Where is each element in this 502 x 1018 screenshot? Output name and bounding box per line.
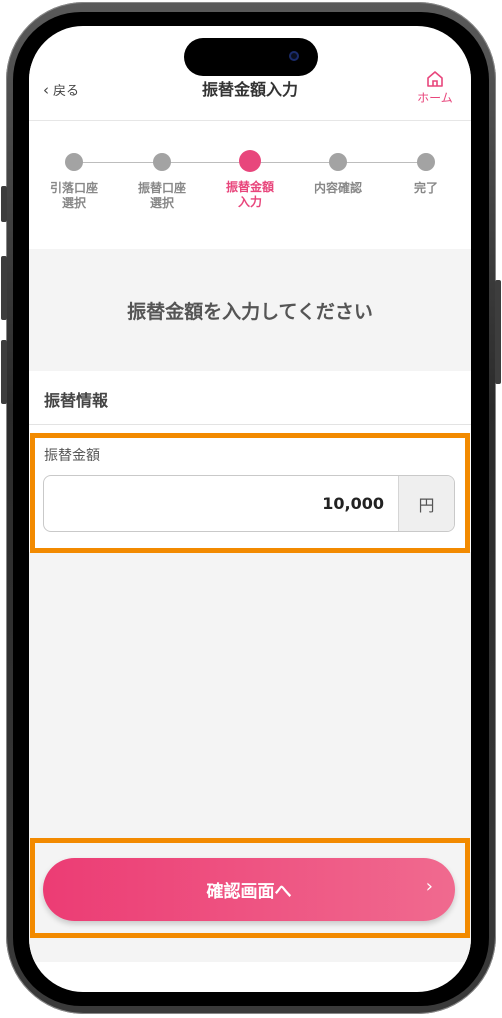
step-dot xyxy=(153,153,171,171)
step-5: 完了 xyxy=(391,153,461,196)
amount-label: 振替金額 xyxy=(44,448,100,464)
confirm-button-label: 確認画面へ xyxy=(206,882,292,902)
step-label: 振替口座 選択 xyxy=(137,181,186,210)
app-screen: ‹ 戻る 振替金額入力 ホーム 引落口座 選択 振替口座 選択 振替金額 入力 xyxy=(29,26,471,992)
progress-stepper: 引落口座 選択 振替口座 選択 振替金額 入力 内容確認 完了 xyxy=(29,121,471,249)
section-title: 振替情報 xyxy=(44,391,109,410)
amount-form: 振替金額 円 xyxy=(29,425,471,552)
dynamic-island xyxy=(184,38,318,76)
amount-field[interactable]: 円 xyxy=(43,475,455,532)
step-label: 引落口座 選択 xyxy=(49,181,98,210)
step-2: 振替口座 選択 xyxy=(127,153,197,211)
instruction-text: 振替金額を入力してください xyxy=(127,301,373,323)
step-label: 完了 xyxy=(413,181,438,195)
step-4: 内容確認 xyxy=(303,153,373,196)
step-dot-current xyxy=(239,150,261,172)
chevron-right-icon: › xyxy=(425,876,433,897)
home-icon xyxy=(427,71,443,87)
step-dot xyxy=(417,153,435,171)
currency-unit: 円 xyxy=(398,476,454,531)
side-button-mute xyxy=(1,186,7,222)
home-label: ホーム xyxy=(417,91,453,105)
step-label: 振替金額 入力 xyxy=(225,180,274,209)
section-header: 振替情報 xyxy=(29,371,471,425)
step-3-current: 振替金額 入力 xyxy=(215,150,285,210)
side-button-volume-down xyxy=(1,340,7,404)
step-1: 引落口座 選択 xyxy=(39,153,109,211)
side-button-volume-up xyxy=(1,256,7,320)
amount-input[interactable] xyxy=(44,476,398,531)
step-dot xyxy=(329,153,347,171)
confirm-button[interactable]: 確認画面へ › xyxy=(43,858,455,921)
camera-icon xyxy=(289,51,299,61)
step-dot xyxy=(65,153,83,171)
side-button-power xyxy=(495,280,501,384)
home-button[interactable]: ホーム xyxy=(415,70,455,106)
step-label: 内容確認 xyxy=(313,181,362,195)
instruction-band: 振替金額を入力してください xyxy=(29,249,471,371)
page-title: 振替金額入力 xyxy=(201,80,298,99)
